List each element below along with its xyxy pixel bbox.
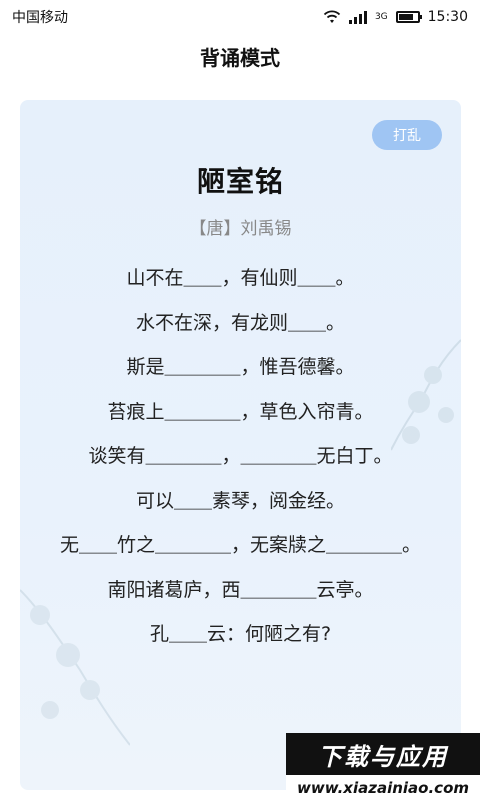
poem-line: 无＿＿竹之＿＿＿＿，无案牍之＿＿＿＿。 bbox=[59, 534, 421, 556]
poem-author: 【唐】刘禹锡 bbox=[189, 219, 292, 239]
poem-line: 孔＿＿云：何陋之有? bbox=[149, 623, 332, 645]
site-watermark: 下载与应用 www.xiazainiao.com bbox=[286, 733, 480, 800]
poem-card: 打乱 陋室铭 【唐】刘禹锡 山不在＿＿，有仙则＿＿。 水不在深，有龙则＿＿。 斯… bbox=[20, 100, 461, 790]
poem-line: 斯是＿＿＿＿，惟吾德馨。 bbox=[126, 356, 355, 378]
clock-label: 15:30 bbox=[427, 9, 468, 25]
battery-level bbox=[398, 14, 413, 20]
poem-line: 苔痕上＿＿＿＿，草色入帘青。 bbox=[107, 400, 374, 423]
network-type-label: 3G bbox=[374, 12, 388, 22]
poem-line: 谈笑有＿＿＿＿，＿＿＿＿无白丁。 bbox=[88, 445, 393, 467]
poem-line: 南阳诸葛庐，西＿＿＿＿云亭。 bbox=[107, 578, 374, 601]
carrier-label: 中国移动 bbox=[12, 10, 68, 26]
signal-icon bbox=[348, 10, 373, 24]
poem-line: 水不在深，有龙则＿＿。 bbox=[135, 311, 345, 334]
page-title: 背诵模式 bbox=[200, 45, 280, 70]
poem-line: 可以＿＿素琴，阅金经。 bbox=[135, 489, 345, 512]
shuffle-button[interactable]: 打乱 bbox=[372, 120, 442, 150]
poem-lines: 山不在＿＿，有仙则＿＿。 水不在深，有龙则＿＿。 斯是＿＿＿＿，惟吾德馨。 苔痕… bbox=[20, 256, 461, 657]
battery-icon bbox=[395, 11, 422, 23]
poem-line: 山不在＿＿，有仙则＿＿。 bbox=[126, 267, 355, 289]
wifi-icon bbox=[323, 10, 341, 23]
watermark-url: www.xiazainiao.com bbox=[296, 778, 470, 797]
watermark-brand: 下载与应用 bbox=[286, 733, 480, 775]
poem-title: 陋室铭 bbox=[196, 165, 284, 198]
status-bar: 中国移动 3G 15:30 bbox=[0, 0, 480, 34]
status-icons: 3G 15:30 bbox=[323, 9, 468, 25]
